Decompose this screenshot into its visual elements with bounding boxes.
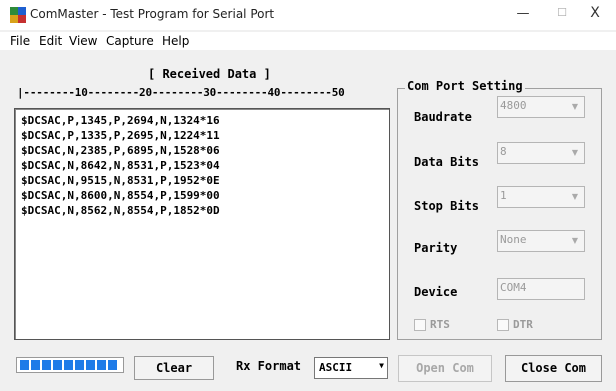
received-line: $DCSAC,N,8642,N,8531,P,1523*04 (21, 159, 220, 172)
column-ruler: |--------10--------20--------30--------4… (17, 86, 345, 99)
data-bits-select[interactable]: 8 ▼ (497, 142, 585, 164)
baudrate-label: Baudrate (414, 110, 472, 124)
dtr-label: DTR (513, 318, 533, 331)
maximize-button[interactable]: ☐ (552, 6, 572, 24)
menu-file[interactable]: File (10, 34, 30, 48)
progress-segment (86, 360, 95, 370)
chevron-down-icon: ▼ (379, 361, 384, 370)
stop-bits-value: 1 (500, 189, 507, 202)
received-data-title: [ Received Data ] (148, 67, 271, 81)
menu-capture[interactable]: Capture (106, 34, 154, 48)
device-input[interactable]: COM4 (497, 278, 585, 300)
chevron-down-icon: ▼ (571, 102, 579, 111)
checkbox-icon (414, 319, 426, 331)
progress-segment (20, 360, 29, 370)
chevron-down-icon: ▼ (571, 192, 579, 201)
progress-segment (75, 360, 84, 370)
open-com-button[interactable]: Open Com (398, 355, 492, 382)
progress-segment (97, 360, 106, 370)
received-line: $DCSAC,N,9515,N,8531,P,1952*0E (21, 174, 220, 187)
progress-segment (53, 360, 62, 370)
minimize-button[interactable]: — (513, 6, 533, 24)
progress-bar (16, 357, 124, 373)
device-label: Device (414, 285, 458, 299)
com-port-setting-group (397, 88, 602, 340)
received-data-textbox[interactable]: $DCSAC,P,1345,P,2694,N,1324*16 $DCSAC,P,… (14, 108, 390, 340)
dtr-checkbox[interactable]: DTR (497, 318, 533, 331)
received-line: $DCSAC,P,1345,P,2694,N,1324*16 (21, 114, 220, 127)
progress-segment (108, 360, 117, 370)
window-title: ComMaster - Test Program for Serial Port (30, 7, 275, 21)
clear-button[interactable]: Clear (134, 356, 214, 380)
rts-label: RTS (430, 318, 450, 331)
progress-segment (42, 360, 51, 370)
close-window-button[interactable]: X (585, 5, 605, 23)
checkbox-icon (497, 319, 509, 331)
stop-bits-select[interactable]: 1 ▼ (497, 186, 585, 208)
parity-label: Parity (414, 241, 458, 255)
data-bits-value: 8 (500, 145, 507, 158)
baudrate-value: 4800 (500, 99, 527, 112)
device-value: COM4 (500, 281, 527, 294)
baudrate-select[interactable]: 4800 ▼ (497, 96, 585, 118)
rx-format-value: ASCII (319, 361, 353, 374)
parity-select[interactable]: None ▼ (497, 230, 585, 252)
menu-edit[interactable]: Edit (39, 34, 62, 48)
rx-format-label: Rx Format (236, 359, 302, 373)
stop-bits-label: Stop Bits (414, 199, 480, 213)
received-line: $DCSAC,N,2385,P,6895,N,1528*06 (21, 144, 220, 157)
parity-value: None (500, 233, 527, 246)
menu-view[interactable]: View (69, 34, 97, 48)
rx-format-select[interactable]: ASCII ▼ (314, 357, 388, 379)
menu-bar: File Edit View Capture Help (0, 32, 616, 50)
chevron-down-icon: ▼ (571, 236, 579, 245)
rts-checkbox[interactable]: RTS (414, 318, 450, 331)
app-icon (10, 7, 26, 23)
menu-help[interactable]: Help (162, 34, 189, 48)
data-bits-label: Data Bits (414, 155, 480, 169)
received-line: $DCSAC,P,1335,P,2695,N,1224*11 (21, 129, 220, 142)
received-line: $DCSAC,N,8600,N,8554,P,1599*00 (21, 189, 220, 202)
com-port-setting-title: Com Port Setting (405, 79, 525, 93)
received-line: $DCSAC,N,8562,N,8554,P,1852*0D (21, 204, 220, 217)
chevron-down-icon: ▼ (571, 148, 579, 157)
progress-segment (64, 360, 73, 370)
progress-segment (31, 360, 40, 370)
close-com-button[interactable]: Close Com (505, 355, 602, 382)
